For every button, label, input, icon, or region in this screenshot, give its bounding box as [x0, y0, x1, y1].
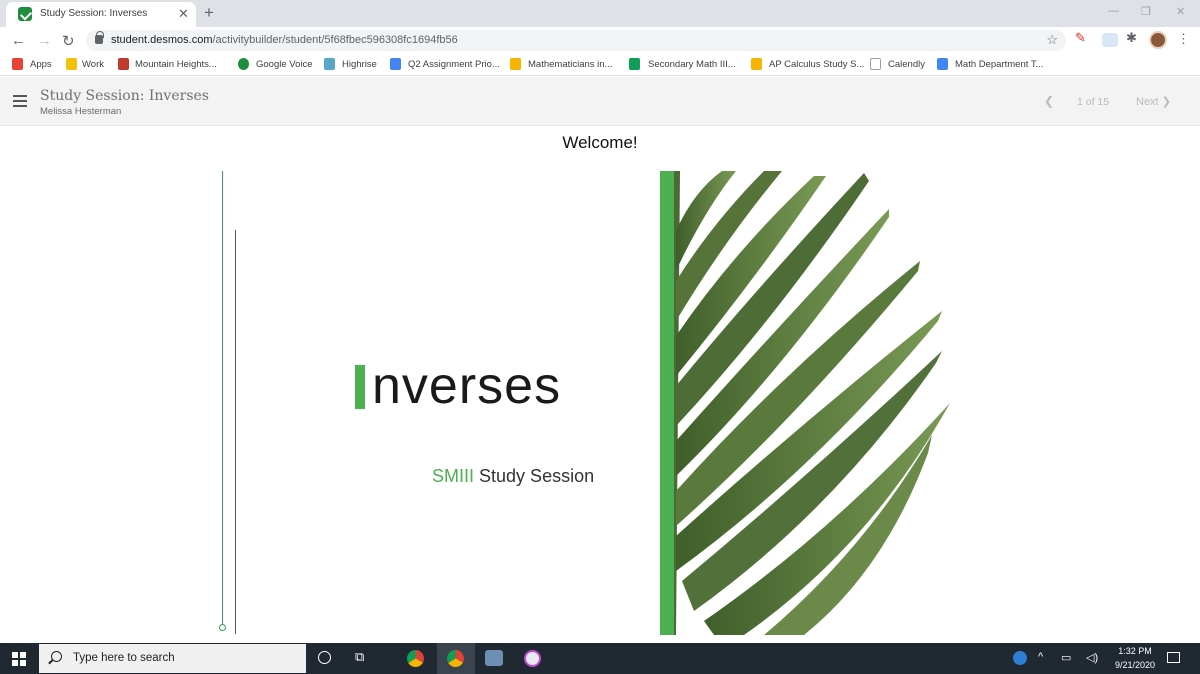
back-icon[interactable]: ← — [11, 32, 26, 49]
title-letter-i-bar — [355, 365, 365, 409]
close-tab-icon[interactable]: ✕ — [178, 6, 189, 22]
restore-icon[interactable]: ❐ — [1141, 5, 1151, 18]
bookmark-icon — [12, 58, 23, 70]
taskbar-search-box[interactable]: Type here to search — [39, 644, 306, 673]
decorative-line — [235, 230, 236, 634]
activity-header: Study Session: Inverses Melissa Hesterma… — [0, 77, 1200, 126]
network-status-icon[interactable] — [1013, 651, 1027, 665]
screen-counter[interactable]: 1 of 15 — [1077, 96, 1109, 108]
chrome-taskbar-icon[interactable] — [407, 650, 424, 667]
slide-title: nverses — [372, 357, 562, 415]
bookmark-work[interactable]: Work — [82, 59, 104, 70]
search-icon — [51, 651, 62, 662]
activity-title: Study Session: Inverses — [40, 88, 209, 104]
action-center-icon[interactable] — [1167, 652, 1180, 663]
hamburger-menu-icon[interactable] — [13, 95, 27, 107]
bookmark-calendly[interactable]: Calendly — [888, 59, 925, 70]
url-path: /activitybuilder/student/5f68fbec596308f… — [212, 34, 458, 46]
menu-kebab-icon[interactable]: ⋮ — [1177, 31, 1190, 47]
search-placeholder: Type here to search — [73, 652, 175, 664]
bookmark-icon — [390, 58, 401, 70]
bookmark-icon — [324, 58, 335, 70]
desmos-favicon-icon — [18, 7, 32, 21]
volume-icon[interactable]: ◁) — [1086, 651, 1098, 664]
url-text: student.desmos.com/activitybuilder/stude… — [111, 34, 458, 46]
bookmark-icon — [238, 58, 249, 70]
new-tab-icon[interactable]: + — [204, 3, 214, 23]
next-screen-button[interactable]: Next ❯ — [1136, 95, 1171, 108]
activity-author: Melissa Hesterman — [40, 106, 122, 117]
bookmark-icon — [629, 58, 640, 70]
pen-extension-icon[interactable]: ✎ — [1075, 30, 1089, 45]
slide-subtitle: SMIII Study Session — [432, 466, 594, 487]
bookmark-mountain-heights[interactable]: Mountain Heights... — [135, 59, 217, 70]
forward-icon[interactable]: → — [37, 32, 52, 49]
bookmark-icon — [66, 58, 77, 70]
bookmark-icon — [118, 58, 129, 70]
reload-icon[interactable]: ↻ — [62, 32, 75, 50]
bookmark-icon — [510, 58, 521, 70]
clock-time[interactable]: 1:32 PM — [1112, 646, 1158, 656]
subtitle-accent: SMIII — [432, 466, 475, 486]
screen: Study Session: Inverses ✕ + — ❐ ✕ ← → ↻ … — [0, 0, 1200, 674]
bookmark-ap-calculus[interactable]: AP Calculus Study S... — [769, 59, 864, 70]
bookmark-math-department[interactable]: Math Department T... — [955, 59, 1044, 70]
minimize-icon[interactable]: — — [1108, 5, 1119, 17]
welcome-heading: Welcome! — [562, 133, 638, 152]
bookmarks-bar: Apps Work Mountain Heights... Google Voi… — [0, 54, 1200, 76]
windows-start-icon[interactable] — [12, 652, 26, 666]
bookmark-star-icon[interactable]: ☆ — [1046, 32, 1058, 48]
decorative-line — [222, 171, 223, 626]
browser-toolbar: ← → ↻ student.desmos.com/activitybuilder… — [0, 27, 1200, 54]
green-accent-bar — [660, 171, 674, 635]
browser-tab-strip: Study Session: Inverses ✕ + — ❐ ✕ — [0, 0, 1200, 27]
palm-leaf-illustration — [674, 171, 950, 635]
cortana-icon[interactable] — [318, 651, 331, 664]
decorative-circle — [219, 624, 226, 631]
profile-avatar[interactable] — [1149, 31, 1167, 49]
bookmark-q2-assignment[interactable]: Q2 Assignment Prio... — [408, 59, 500, 70]
show-hidden-icons-icon[interactable]: ^ — [1038, 651, 1043, 663]
bookmark-icon — [937, 58, 948, 70]
chrome-window-icon[interactable] — [447, 650, 464, 667]
bookmark-icon — [870, 58, 881, 70]
photos-app-icon[interactable] — [485, 650, 503, 666]
bookmark-secondary-math[interactable]: Secondary Math III... — [648, 59, 736, 70]
next-label: Next — [1136, 96, 1159, 108]
clock-date[interactable]: 9/21/2020 — [1110, 660, 1160, 670]
lock-icon — [95, 31, 104, 44]
windows-taskbar: Type here to search ⧉ ^ ▭ ◁) 1:32 PM 9/2… — [0, 643, 1200, 674]
tab-title: Study Session: Inverses — [40, 8, 148, 19]
browser-tab[interactable]: Study Session: Inverses ✕ — [6, 2, 196, 27]
task-view-icon[interactable]: ⧉ — [355, 649, 364, 665]
display-icon[interactable]: ▭ — [1061, 651, 1071, 664]
itunes-icon[interactable] — [524, 650, 541, 667]
previous-screen-button[interactable]: ❮ — [1044, 94, 1054, 108]
bookmark-icon — [751, 58, 762, 70]
bookmark-highrise[interactable]: Highrise — [342, 59, 377, 70]
bookmark-google-voice[interactable]: Google Voice — [256, 59, 313, 70]
close-window-icon[interactable]: ✕ — [1176, 5, 1185, 18]
url-domain: student.desmos.com — [111, 34, 213, 46]
bookmark-apps[interactable]: Apps — [30, 59, 52, 70]
subtitle-text: Study Session — [479, 466, 595, 486]
bookmark-mathematicians[interactable]: Mathematicians in... — [528, 59, 612, 70]
extension-badge-icon[interactable] — [1102, 33, 1118, 47]
chevron-right-icon: ❯ — [1161, 96, 1171, 108]
puzzle-extensions-icon[interactable]: ✱ — [1126, 30, 1140, 45]
address-bar[interactable]: student.desmos.com/activitybuilder/stude… — [86, 30, 1066, 51]
